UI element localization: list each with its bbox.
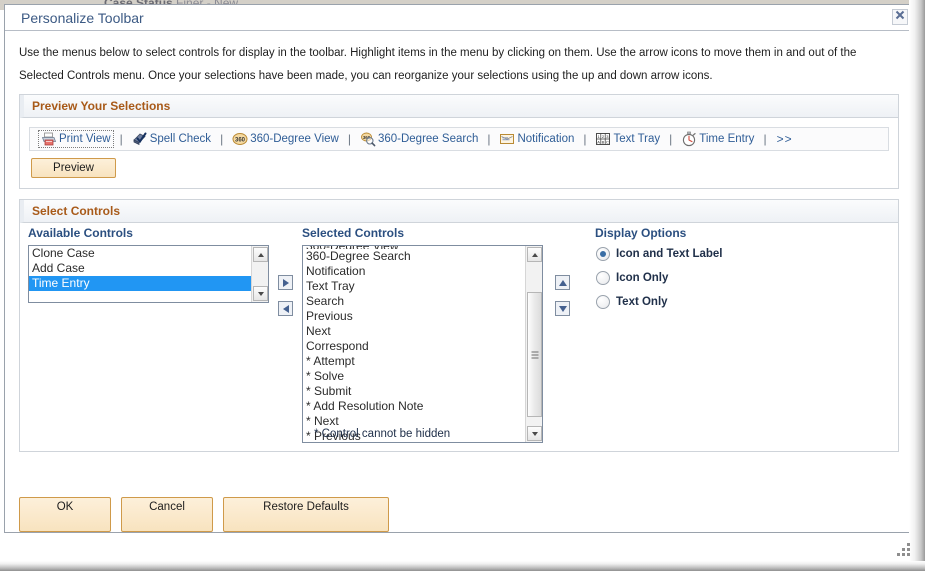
- available-controls-scrollbar[interactable]: [251, 246, 268, 302]
- dialog-instructions: Use the menus below to select controls f…: [19, 47, 857, 82]
- list-item[interactable]: Time Entry: [29, 276, 251, 291]
- selected-controls-scrollbar[interactable]: [525, 246, 542, 442]
- scroll-down-icon[interactable]: [527, 426, 542, 441]
- move-left-button[interactable]: [278, 301, 293, 316]
- radio-label: Icon and Text Label: [616, 248, 723, 260]
- radio-icon-only[interactable]: Icon Only: [596, 271, 723, 285]
- preview-selections-body: Print View | Spell Check | 360 360-Degre…: [20, 118, 898, 188]
- preview-button-wrapper: Preview: [29, 151, 889, 180]
- list-item[interactable]: * Attempt: [303, 354, 525, 369]
- dialog-footer: OK Cancel Restore Defaults: [5, 488, 913, 532]
- toolbar-item-notification[interactable]: Notification: [496, 130, 577, 148]
- radio-text-only[interactable]: Text Only: [596, 295, 723, 309]
- list-item[interactable]: 360-Degree Search: [303, 249, 525, 264]
- list-item[interactable]: Next: [303, 324, 525, 339]
- dialog-title: Personalize Toolbar: [21, 10, 144, 26]
- scroll-up-icon[interactable]: [253, 247, 268, 262]
- close-icon[interactable]: [892, 9, 908, 25]
- personalize-toolbar-dialog: Personalize Toolbar Use the menus below …: [4, 4, 914, 533]
- toolbar-separator: |: [763, 132, 767, 146]
- selected-controls-options: 360-Degree View 360-Degree Search Notifi…: [303, 246, 525, 442]
- svg-text:B: B: [602, 139, 605, 144]
- preview-selections-group: Preview Your Selections Print View | Spe…: [19, 94, 899, 189]
- resize-grip-icon[interactable]: [897, 543, 911, 557]
- list-item[interactable]: * Next: [303, 414, 525, 429]
- toolbar-separator: |: [669, 132, 673, 146]
- selected-controls-listbox[interactable]: 360-Degree View 360-Degree Search Notifi…: [302, 245, 543, 443]
- stopwatch-icon: [681, 131, 697, 147]
- text-tray-icon: 1 2 3 A B C: [595, 131, 611, 147]
- printer-icon: [41, 131, 57, 147]
- scrollbar-thumb[interactable]: [527, 292, 542, 417]
- page-bottom-edge: [0, 561, 925, 571]
- radio-label: Icon Only: [616, 272, 669, 284]
- selected-controls-title: Selected Controls: [302, 226, 405, 240]
- display-options-radio-group: Icon and Text Label Icon Only Text Only: [596, 247, 723, 319]
- toolbar-separator: |: [220, 132, 224, 146]
- restore-defaults-button[interactable]: Restore Defaults: [223, 497, 389, 532]
- move-down-button[interactable]: [555, 301, 570, 316]
- toolbar-separator: |: [583, 132, 587, 146]
- radio-button-icon[interactable]: [596, 271, 610, 285]
- scroll-up-icon[interactable]: [527, 247, 542, 262]
- list-item[interactable]: * Submit: [303, 384, 525, 399]
- select-controls-body: Available Controls Clone Case Add Case T…: [20, 223, 898, 451]
- ok-button[interactable]: OK: [19, 497, 111, 532]
- toolbar-separator: |: [487, 132, 491, 146]
- svg-text:360: 360: [235, 137, 246, 143]
- spell-check-icon: [132, 131, 148, 147]
- list-item[interactable]: Notification: [303, 264, 525, 279]
- toolbar-item-spell-check[interactable]: Spell Check: [129, 130, 214, 148]
- radio-label: Text Only: [616, 296, 668, 308]
- svg-text:A: A: [598, 139, 601, 144]
- toolbar-item-label: Notification: [517, 133, 575, 145]
- toolbar-item-print-view[interactable]: Print View: [38, 130, 114, 148]
- move-up-button[interactable]: [555, 275, 570, 290]
- 360-search-icon: 360: [360, 131, 376, 147]
- toolbar-item-label: 360-Degree View: [250, 133, 339, 145]
- dialog-titlebar: Personalize Toolbar: [5, 5, 913, 31]
- radio-button-icon[interactable]: [596, 295, 610, 309]
- display-options-title: Display Options: [595, 226, 687, 240]
- available-controls-title: Available Controls: [28, 226, 133, 240]
- list-item[interactable]: * Solve: [303, 369, 525, 384]
- radio-button-icon[interactable]: [596, 247, 610, 261]
- cancel-button[interactable]: Cancel: [121, 497, 213, 532]
- toolbar-preview-strip: Print View | Spell Check | 360 360-Degre…: [29, 127, 889, 151]
- preview-button[interactable]: Preview: [31, 158, 116, 178]
- toolbar-more-button[interactable]: >>: [773, 132, 797, 146]
- toolbar-item-360-degree-view[interactable]: 360 360-Degree View: [229, 130, 342, 148]
- available-controls-options: Clone Case Add Case Time Entry: [29, 246, 251, 302]
- toolbar-item-label: Spell Check: [149, 133, 212, 145]
- preview-selections-header: Preview Your Selections: [20, 95, 898, 118]
- 360-badge-icon: 360: [232, 131, 248, 147]
- select-controls-header: Select Controls: [20, 200, 898, 223]
- toolbar-item-label: Print View: [59, 133, 111, 145]
- page-right-edge: [909, 0, 925, 571]
- list-item[interactable]: Clone Case: [29, 246, 251, 261]
- toolbar-separator: |: [119, 132, 123, 146]
- list-item[interactable]: Add Case: [29, 261, 251, 276]
- toolbar-item-360-degree-search[interactable]: 360 360-Degree Search: [357, 130, 481, 148]
- radio-icon-and-text-label[interactable]: Icon and Text Label: [596, 247, 723, 261]
- available-controls-listbox[interactable]: Clone Case Add Case Time Entry: [28, 245, 269, 303]
- list-item[interactable]: Text Tray: [303, 279, 525, 294]
- scroll-down-icon[interactable]: [253, 286, 268, 301]
- toolbar-item-label: Time Entry: [699, 133, 755, 145]
- list-item[interactable]: Correspond: [303, 339, 525, 354]
- toolbar-item-label: Text Tray: [613, 133, 661, 145]
- select-controls-group: Select Controls Available Controls Clone…: [19, 199, 899, 452]
- toolbar-separator: |: [347, 132, 351, 146]
- envelope-icon: [499, 131, 515, 147]
- control-footnote: * Control cannot be hidden: [314, 428, 451, 440]
- list-item[interactable]: Previous: [303, 309, 525, 324]
- list-item[interactable]: Search: [303, 294, 525, 309]
- toolbar-item-text-tray[interactable]: 1 2 3 A B C Text Tray: [592, 130, 663, 148]
- list-item[interactable]: * Add Resolution Note: [303, 399, 525, 414]
- toolbar-item-time-entry[interactable]: Time Entry: [678, 130, 757, 148]
- scrollbar-grip-icon: [531, 351, 538, 358]
- svg-text:C: C: [606, 139, 609, 144]
- toolbar-item-label: 360-Degree Search: [377, 133, 479, 145]
- move-right-button[interactable]: [278, 275, 293, 290]
